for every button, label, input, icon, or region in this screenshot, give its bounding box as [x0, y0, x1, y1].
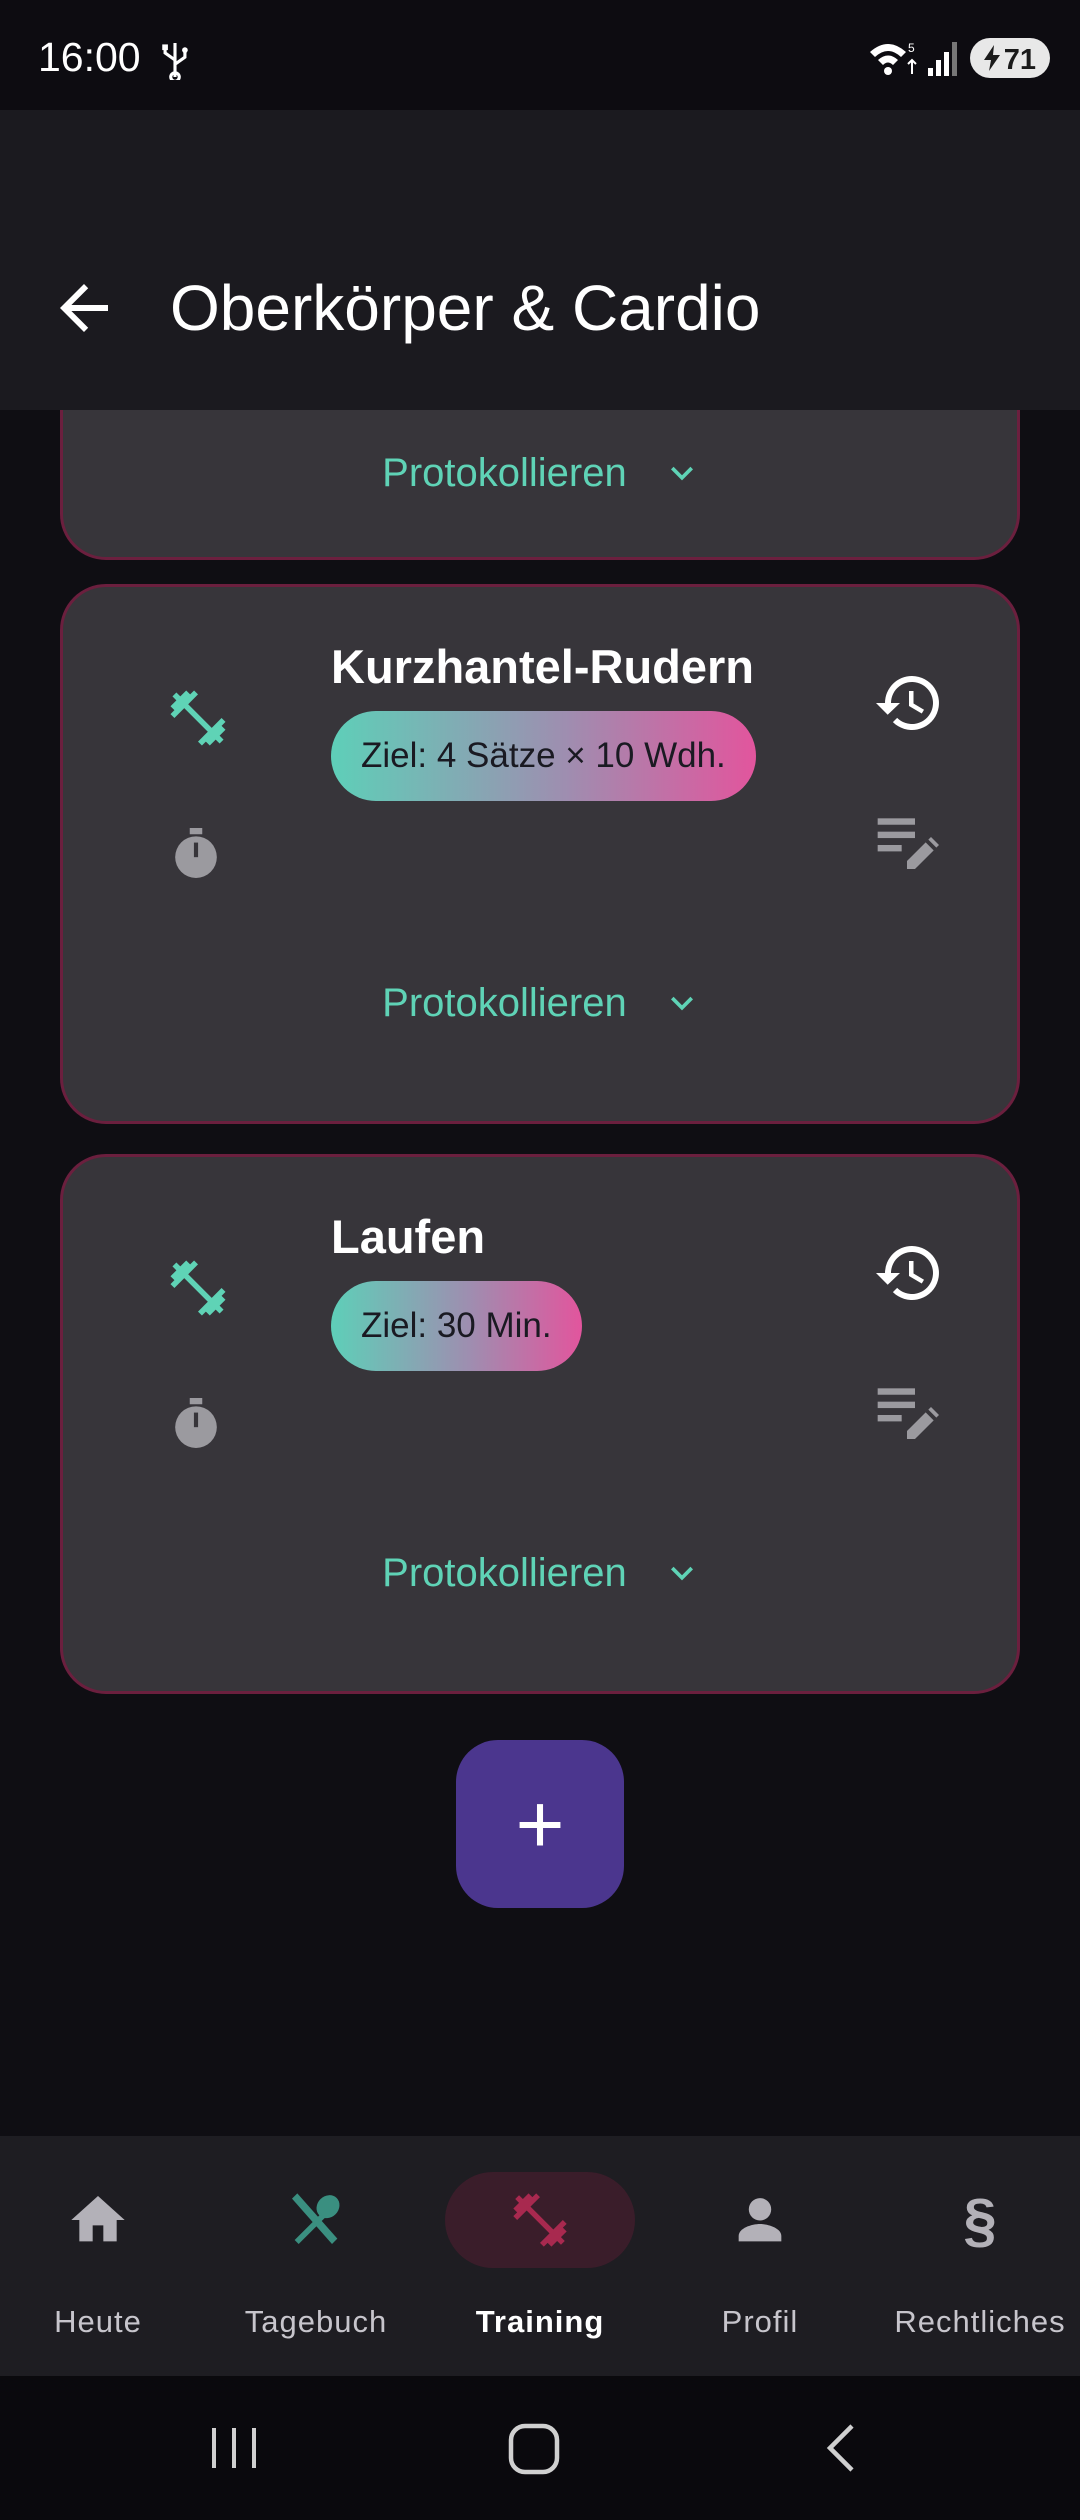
log-label: Protokollieren — [382, 1550, 627, 1595]
home-icon — [71, 2196, 125, 2242]
log-label: Protokollieren — [382, 450, 627, 495]
log-toggle[interactable]: Protokollieren — [63, 449, 1023, 496]
arrow-back-icon[interactable] — [48, 272, 120, 344]
exercise-name: Laufen — [331, 1210, 486, 1263]
timer-icon[interactable] — [171, 1395, 221, 1451]
dumbbell-icon — [513, 2193, 567, 2247]
signal-icon — [928, 42, 957, 76]
battery-level: 71 — [1003, 44, 1036, 76]
nav-label: Heute — [54, 2304, 142, 2339]
section-icon: § — [963, 2186, 997, 2254]
history-icon[interactable] — [873, 667, 945, 739]
goal-badge: Ziel: 4 Sätze × 10 Wdh. — [331, 711, 756, 801]
nav-icon-container: § — [885, 2172, 1075, 2268]
fork-spoon-icon — [292, 2193, 340, 2244]
nav-label: Tagebuch — [244, 2304, 388, 2339]
system-navigation-bar — [0, 2376, 1080, 2520]
home-button-icon[interactable] — [506, 2416, 562, 2480]
log-label: Protokollieren — [382, 980, 627, 1025]
chevron-down-icon — [670, 467, 693, 481]
exercise-name: Kurzhantel-Rudern — [331, 640, 754, 693]
recent-apps-icon[interactable] — [206, 2416, 262, 2480]
nav-item-training[interactable]: Training — [440, 2136, 640, 2376]
battery-bolt-icon — [984, 45, 1000, 71]
nav-icon-container — [445, 2172, 635, 2268]
nav-item-profil[interactable]: Profil — [660, 2136, 860, 2376]
nav-label: Training — [475, 2304, 605, 2339]
chevron-down-icon — [670, 1567, 693, 1581]
nav-item-heute[interactable]: Heute — [0, 2136, 196, 2376]
nav-icon-container — [221, 2172, 411, 2268]
add-exercise-button[interactable]: + — [456, 1740, 624, 1908]
status-time: 16:00 — [38, 34, 141, 80]
status-bar: 16:00 5 71 — [0, 0, 1080, 110]
app-bar — [0, 110, 1080, 410]
edit-notes-icon[interactable] — [875, 1383, 939, 1439]
person-icon — [738, 2198, 782, 2242]
nav-item-rechtliches[interactable]: § Rechtliches — [880, 2136, 1080, 2376]
history-icon[interactable] — [873, 1237, 945, 1309]
dumbbell-icon — [170, 690, 226, 746]
bottom-navigation: Heute Tagebuch Training Profil § Rechtli… — [0, 2136, 1080, 2376]
edit-notes-icon[interactable] — [875, 813, 939, 869]
dumbbell-icon — [170, 1260, 226, 1316]
back-nav-icon[interactable] — [812, 2416, 868, 2480]
battery-indicator: 71 — [970, 38, 1050, 78]
svg-text:5: 5 — [908, 41, 915, 55]
nav-label: Rechtliches — [894, 2304, 1066, 2339]
plus-icon: + — [515, 1777, 565, 1871]
exercise-card: Laufen Ziel: 30 Min. Protokollieren — [60, 1154, 1020, 1694]
nav-icon-container — [3, 2172, 193, 2268]
nav-item-tagebuch[interactable]: Tagebuch — [216, 2136, 416, 2376]
exercise-card: Kurzhantel-Rudern Ziel: 4 Sätze × 10 Wdh… — [60, 584, 1020, 1124]
nav-icon-container — [665, 2172, 855, 2268]
goal-badge: Ziel: 30 Min. — [331, 1281, 582, 1371]
log-toggle[interactable]: Protokollieren — [63, 1549, 1023, 1596]
exercise-card-partial: Protokollieren — [60, 410, 1020, 560]
log-toggle[interactable]: Protokollieren — [63, 979, 1023, 1026]
chevron-down-icon — [670, 997, 693, 1011]
wifi-icon: 5 — [870, 41, 917, 75]
usb-icon — [162, 43, 188, 80]
page-title: Oberkörper & Cardio — [170, 272, 761, 344]
timer-icon[interactable] — [171, 825, 221, 881]
nav-label: Profil — [721, 2304, 799, 2339]
